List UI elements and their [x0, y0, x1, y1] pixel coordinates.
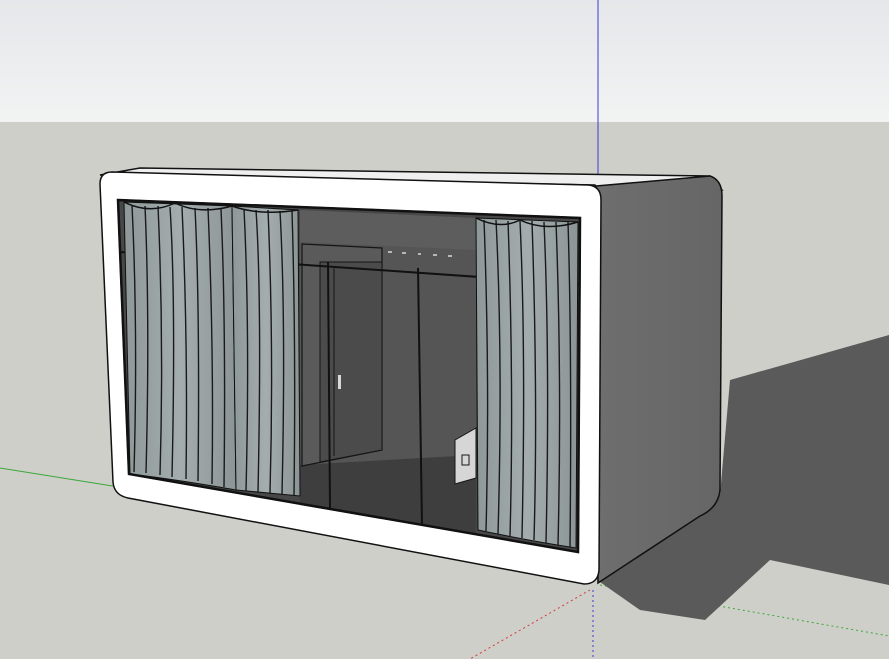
curtain-right — [475, 217, 579, 549]
sky — [0, 0, 889, 122]
interior-door — [301, 243, 383, 467]
sketchup-viewport[interactable] — [0, 0, 889, 659]
curtain-left — [123, 201, 301, 497]
3d-scene[interactable] — [0, 0, 889, 659]
